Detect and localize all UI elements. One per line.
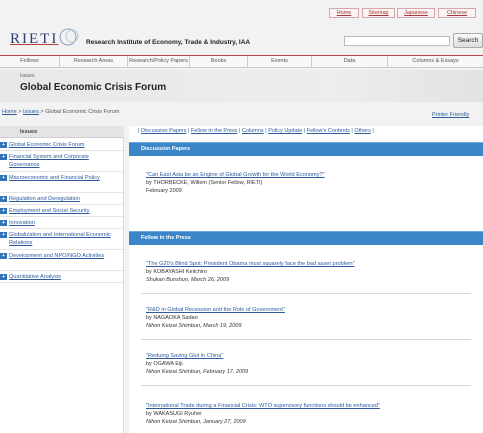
article-title-link[interactable]: "R&D in Global Recession and the Role of… (146, 306, 476, 314)
section-links: | Discussion Papers | Fellow in the Pres… (138, 128, 374, 134)
square-bullet-icon: + (0, 208, 7, 214)
sidebar-item-label[interactable]: Quantitative Analysis (9, 273, 119, 281)
link-fellows-contents[interactable]: Fellow's Contents (307, 128, 350, 134)
main-nav: Fellows Research Areas Research/Policy P… (0, 55, 483, 68)
list-item: "Can East Asia be an Engine of Global Gr… (146, 171, 476, 195)
chinese-top-link[interactable]: Chinese (438, 8, 476, 18)
list-item: "The G20's Blind Spot: President Obama m… (146, 260, 476, 284)
breadcrumb-home[interactable]: Home (2, 109, 17, 115)
nav-events[interactable]: Events (248, 56, 312, 67)
article-author: by NAGAOKA Sadao (146, 315, 198, 321)
divider (141, 385, 471, 386)
sidebar-item-label[interactable]: Globalization and International Economic… (9, 231, 119, 247)
article-title-link[interactable]: "The G20's Blind Spot: President Obama m… (146, 260, 476, 268)
sitemap-top-link[interactable]: Sitemap (362, 8, 395, 18)
main-content: | Discussion Papers | Fellow in the Pres… (129, 126, 483, 433)
search-input[interactable] (344, 36, 450, 46)
divider (141, 339, 471, 340)
sidebar-item-label[interactable]: Employment and Social Security (9, 207, 119, 215)
logo-text: RIETI (10, 31, 59, 47)
japanese-top-link[interactable]: Japanese (397, 8, 435, 18)
sidebar-item-macroeconomic-policy[interactable]: + Macroeconomic and Financial Policy (0, 173, 124, 193)
breadcrumb-current: Global Economic Crisis Forum (45, 109, 120, 115)
page-title: Global Economic Crisis Forum (20, 82, 167, 93)
fellow-in-the-press-heading: Fellow in the Press (129, 231, 483, 245)
sidebar-item-development[interactable]: + Development and NPO/NGO Activities (0, 251, 124, 271)
link-policy-update[interactable]: Policy Update (268, 128, 302, 134)
article-author: by KOBAYASHI Keiichiro (146, 269, 207, 275)
printer-friendly-link[interactable]: Printer Friendly (432, 112, 469, 118)
article-title-link[interactable]: "Can East Asia be an Engine of Global Gr… (146, 171, 476, 179)
nav-data[interactable]: Data (312, 56, 388, 67)
sidebar-item-financial-system[interactable]: + Financial System and Corporate Governan… (0, 152, 124, 172)
sidebar-item-regulation[interactable]: + Regulation and Deregulation (0, 194, 124, 205)
nav-research-areas[interactable]: Research Areas (60, 56, 128, 67)
sidebar-item-global-economic-crisis-forum[interactable]: + Global Economic Crisis Forum (0, 140, 124, 151)
sidebar-item-innovation[interactable]: + Innovation (0, 218, 124, 229)
list-item: "Reduing Saving Glut in China" by OGAWA … (146, 352, 476, 376)
article-source: Nihon Keizai Shimbun, March 19, 2009 (146, 323, 242, 329)
sidebar-item-label[interactable]: Regulation and Deregulation (9, 195, 119, 203)
article-date: February 2009 (146, 188, 182, 194)
sidebar-item-label[interactable]: Macroeconomic and Financial Policy (9, 174, 119, 182)
sidebar-item-quantitative-analysis[interactable]: + Quantitative Analysis (0, 272, 124, 283)
sidebar-item-employment[interactable]: + Employment and Social Security (0, 206, 124, 217)
link-fellow-in-the-press[interactable]: Fellow in the Press (191, 128, 237, 134)
nav-research-policy-papers[interactable]: Research/Policy Papers (128, 56, 190, 67)
breadcrumb-issues[interactable]: Issues (23, 109, 39, 115)
square-bullet-icon: + (0, 175, 7, 181)
sidebar-item-label[interactable]: Development and NPO/NGO Activities (9, 252, 119, 260)
institute-name: Research Institute of Economy, Trade & I… (86, 39, 251, 46)
list-item: "R&D in Global Recession and the Role of… (146, 306, 476, 330)
article-source: Nihon Keizai Shimbun, January 27, 2009 (146, 419, 246, 425)
link-columns[interactable]: Columns (242, 128, 264, 134)
article-source: Nihon Keizai Shimbun, February 17, 2009 (146, 369, 249, 375)
square-bullet-icon: + (0, 253, 7, 259)
nav-fellows[interactable]: Fellows (0, 56, 60, 67)
nav-books[interactable]: Books (190, 56, 248, 67)
page: Home Sitemap Japanese Chinese RIETI Rese… (0, 0, 483, 433)
article-title-link[interactable]: "Reduing Saving Glut in China" (146, 352, 476, 360)
article-source: Shukan Bunshun, March 26, 2009 (146, 277, 230, 283)
sidebar: Issues + Global Economic Crisis Forum + Fi… (0, 126, 124, 433)
article-author: by OGAWA Eiji (146, 361, 183, 367)
article-author: by WAKASUGI Ryuhei (146, 411, 202, 417)
nav-columns-essays[interactable]: Columns & Essays (388, 56, 483, 67)
rieti-logo[interactable]: RIETI (10, 28, 79, 49)
logo-emblem-icon (59, 28, 79, 46)
discussion-papers-heading: Discussion Papers (129, 142, 483, 156)
article-author: by THORBECKE, Willem (Senior Fellow, RIE… (146, 180, 263, 186)
link-others[interactable]: Others (354, 128, 371, 134)
home-top-link[interactable]: Home (329, 8, 359, 18)
sidebar-item-label[interactable]: Financial System and Corporate Governanc… (9, 153, 119, 169)
square-bullet-icon: + (0, 274, 7, 280)
square-bullet-icon: + (0, 220, 7, 226)
square-bullet-icon: + (0, 196, 7, 202)
sidebar-item-globalization[interactable]: + Globalization and International Economi… (0, 230, 124, 250)
sidebar-heading: Issues (0, 126, 124, 138)
list-item: "International Trade during a Financial … (146, 402, 476, 426)
search-button[interactable]: Search (453, 33, 483, 48)
sidebar-item-label[interactable]: Innovation (9, 219, 119, 227)
link-discussion-papers[interactable]: Discussion Papers (141, 128, 187, 134)
breadcrumb: Home > Issues > Global Economic Crisis F… (2, 109, 119, 115)
square-bullet-icon: + (0, 232, 7, 238)
article-title-link[interactable]: "International Trade during a Financial … (146, 402, 476, 410)
banner-section-label: Issues (20, 73, 35, 79)
divider (141, 293, 471, 294)
square-bullet-icon: + (0, 142, 7, 148)
square-bullet-icon: + (0, 154, 7, 160)
sidebar-item-label[interactable]: Global Economic Crisis Forum (9, 141, 119, 149)
